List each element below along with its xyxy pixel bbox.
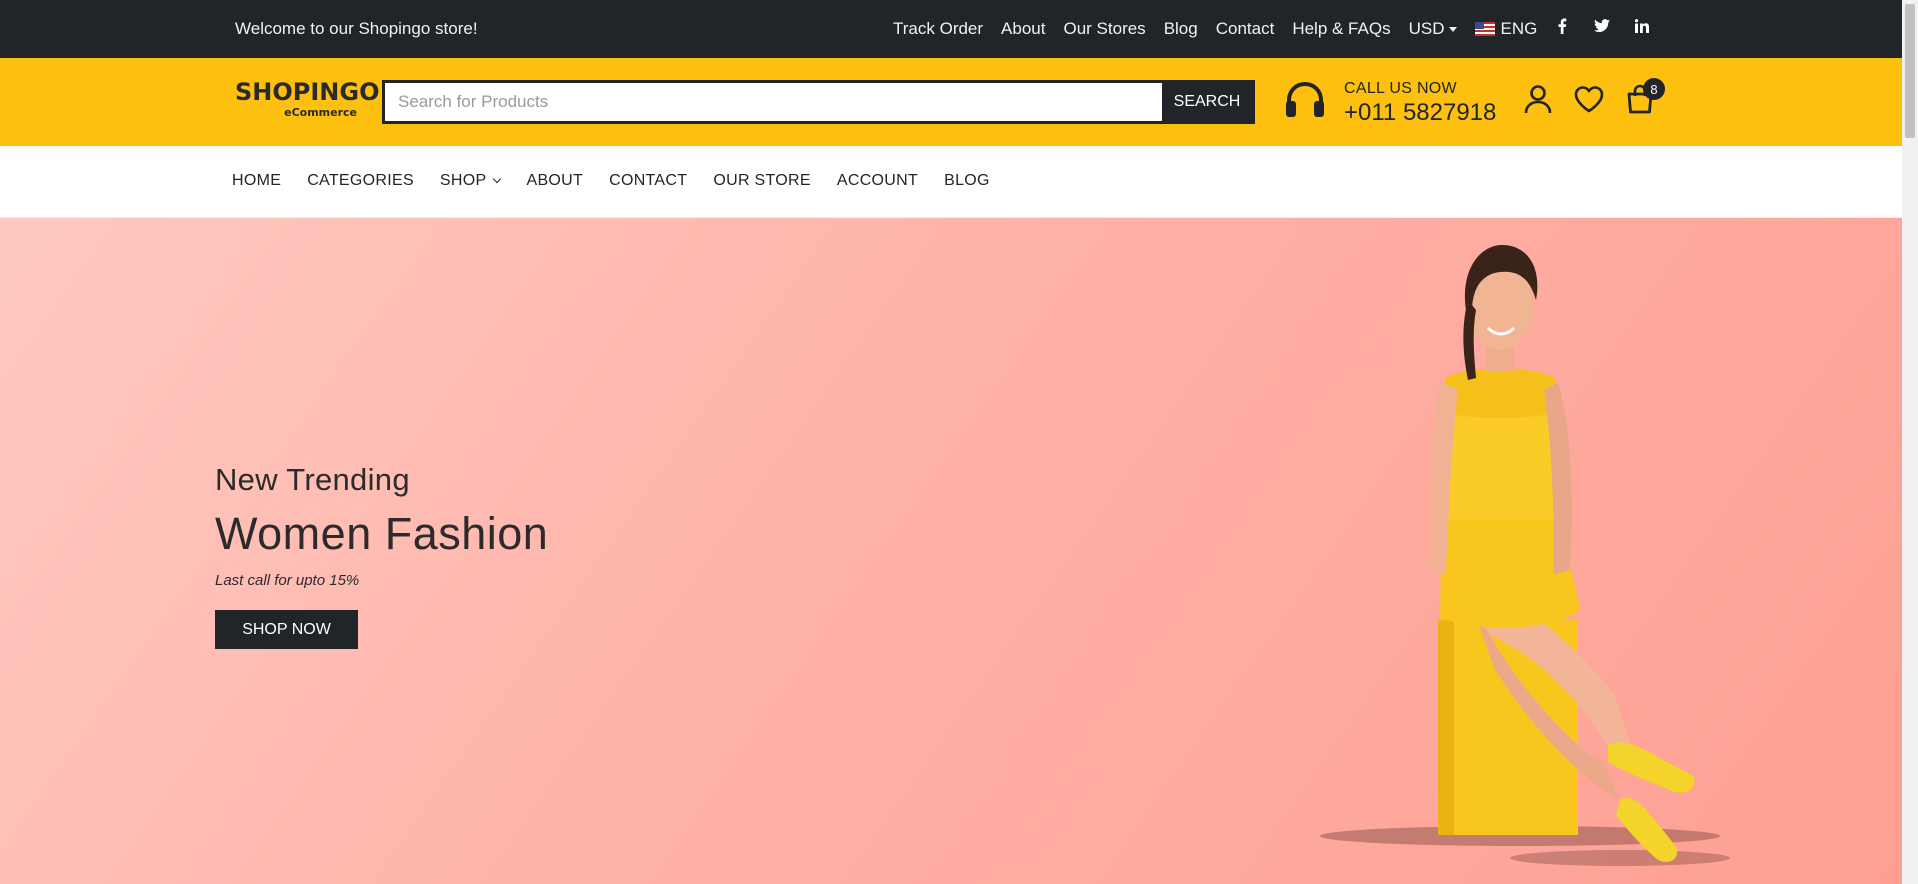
- call-number[interactable]: +011 5827918: [1344, 99, 1496, 127]
- top-bar: Welcome to our Shopingo store! Track Ord…: [0, 0, 1902, 58]
- search-input[interactable]: [385, 83, 1162, 121]
- caret-down-icon: [1449, 26, 1458, 32]
- call-info: CALL US NOW +011 5827918: [1344, 80, 1496, 127]
- hero-subtitle: New Trending: [215, 462, 410, 497]
- heart-icon[interactable]: [1572, 82, 1606, 116]
- link-help-faqs[interactable]: Help & FAQs: [1292, 19, 1390, 39]
- page-scrollbar[interactable]: [1902, 0, 1918, 884]
- language-selector[interactable]: ENG: [1475, 19, 1537, 39]
- hero-banner: New Trending Women Fashion Last call for…: [0, 218, 1902, 884]
- nav-item-contact[interactable]: CONTACT: [609, 172, 687, 190]
- us-flag-icon: [1475, 22, 1496, 36]
- call-label: CALL US NOW: [1344, 80, 1457, 97]
- link-blog[interactable]: Blog: [1164, 19, 1198, 39]
- currency-selector[interactable]: USD: [1409, 19, 1458, 39]
- twitter-icon[interactable]: [1590, 14, 1614, 38]
- search-bar: SEARCH: [382, 80, 1255, 124]
- nav-item-blog[interactable]: BLOG: [944, 172, 990, 190]
- shop-now-button[interactable]: SHOP NOW: [215, 610, 358, 649]
- page: Welcome to our Shopingo store! Track Ord…: [0, 0, 1902, 884]
- currency-label: USD: [1408, 19, 1445, 38]
- headset-icon: [1286, 81, 1324, 117]
- main-header: SHOPINGO eCommerce SEARCH CALL US NOW +0…: [0, 58, 1902, 146]
- facebook-icon[interactable]: [1550, 14, 1574, 38]
- link-our-stores[interactable]: Our Stores: [1063, 19, 1145, 39]
- cart-count-badge: 8: [1643, 78, 1665, 100]
- welcome-text: Welcome to our Shopingo store!: [235, 19, 478, 38]
- link-about[interactable]: About: [1001, 19, 1045, 39]
- user-icon[interactable]: [1521, 82, 1555, 116]
- logo[interactable]: SHOPINGO eCommerce: [235, 78, 380, 124]
- search-button[interactable]: SEARCH: [1162, 83, 1252, 121]
- nav-item-home[interactable]: HOME: [232, 172, 281, 190]
- nav-item-our-store[interactable]: OUR STORE: [713, 172, 811, 190]
- nav-item-shop[interactable]: SHOP: [439, 172, 502, 190]
- nav-item-account[interactable]: ACCOUNT: [837, 172, 918, 190]
- hero-model-image: [1320, 245, 1730, 866]
- chevron-down-icon: [493, 174, 502, 184]
- linkedin-icon[interactable]: [1630, 14, 1654, 38]
- nav-item-categories[interactable]: CATEGORIES: [307, 172, 414, 190]
- language-label: ENG: [1500, 19, 1538, 38]
- nav-item-about[interactable]: ABOUT: [526, 172, 583, 190]
- logo-sub-text: eCommerce: [284, 106, 357, 119]
- logo-main-text: SHOPINGO: [235, 78, 380, 106]
- nav-item-shop-label: SHOP: [439, 172, 487, 189]
- social-links: [1550, 14, 1670, 38]
- scrollbar-thumb[interactable]: [1905, 4, 1915, 138]
- main-nav: HOME CATEGORIES SHOP ABOUT CONTACT OUR S…: [0, 146, 1902, 218]
- hero-offer-text: Last call for upto 15%: [215, 572, 360, 589]
- link-track-order[interactable]: Track Order: [893, 19, 983, 39]
- link-contact[interactable]: Contact: [1216, 19, 1275, 39]
- hero-title: Women Fashion: [215, 508, 549, 559]
- top-links: Track Order About Our Stores Blog Contac…: [893, 19, 1537, 39]
